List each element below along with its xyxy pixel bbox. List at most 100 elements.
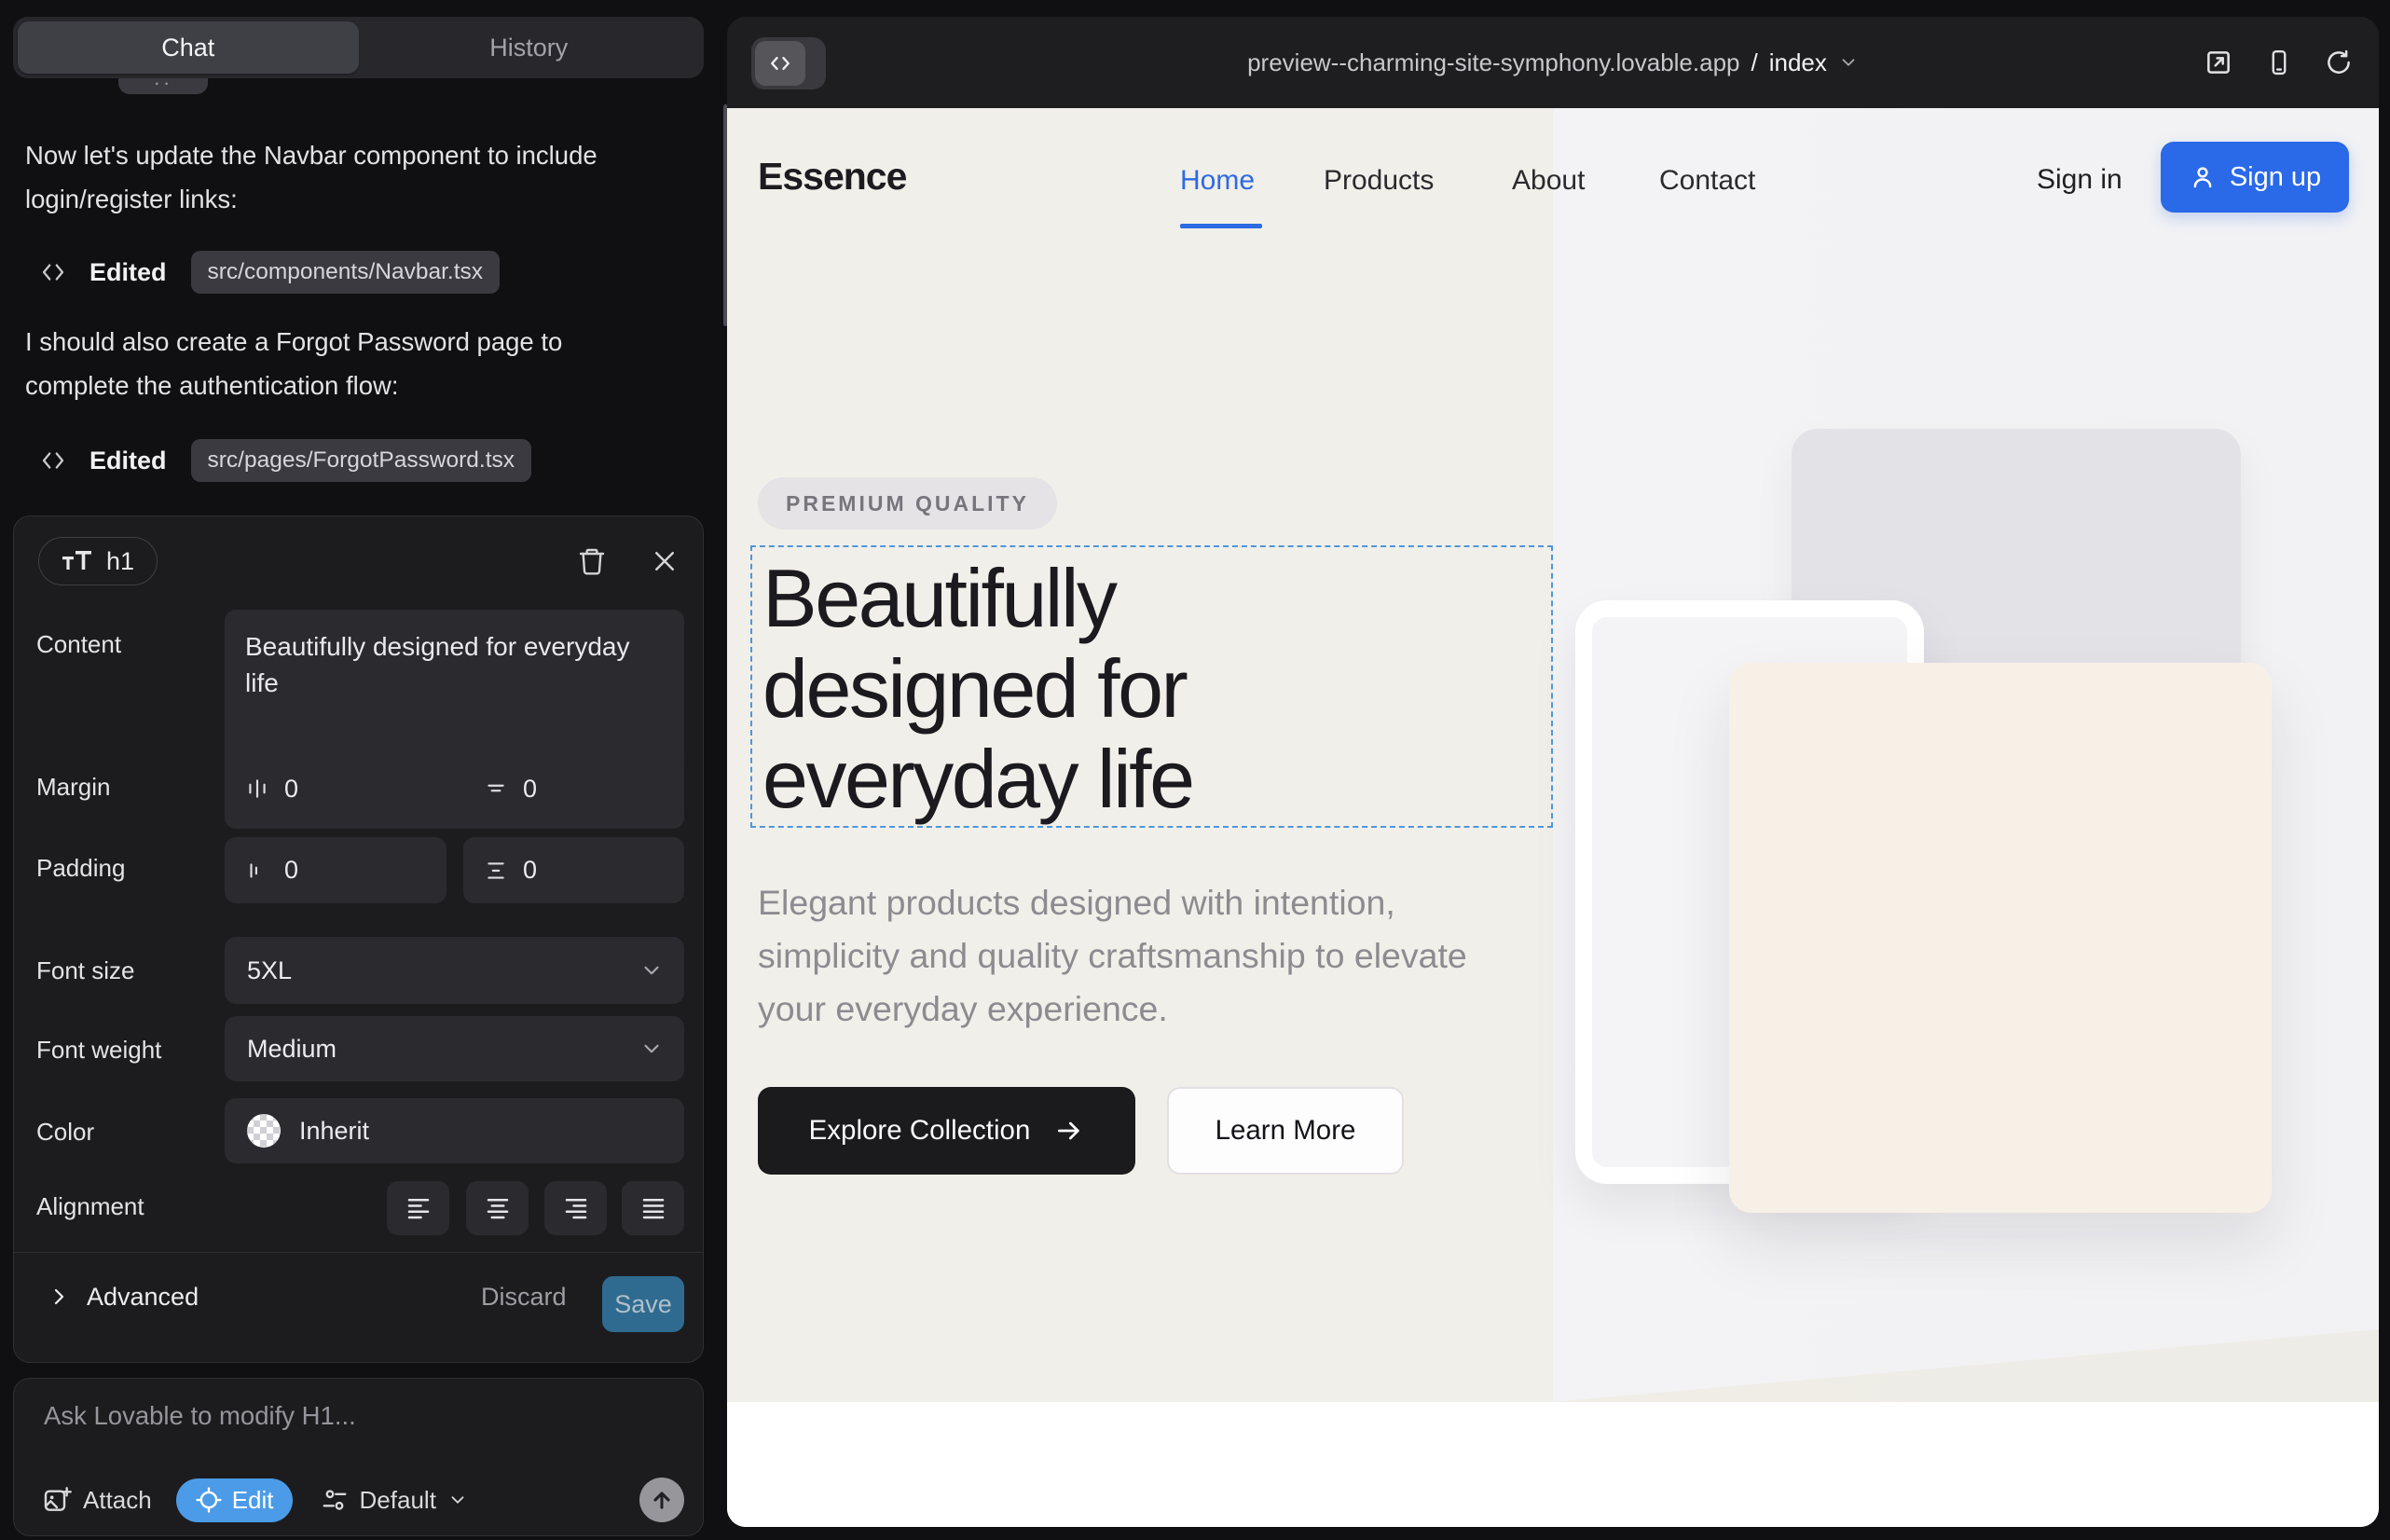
site-preview: Essence Home Products About Contact Sign…: [727, 108, 2379, 1527]
url-breadcrumb[interactable]: preview--charming-site-symphony.lovable.…: [727, 17, 2379, 108]
quality-badge: PREMIUM QUALITY: [758, 477, 1057, 529]
content-label: Content: [36, 630, 121, 659]
align-right-icon: [562, 1194, 590, 1222]
sliders-icon: [321, 1486, 349, 1514]
edit-mode-button[interactable]: Edit: [176, 1478, 293, 1522]
attach-image-icon: [42, 1485, 72, 1515]
decorative-card-beige: [1729, 663, 2272, 1213]
color-select[interactable]: Inherit: [225, 1098, 684, 1163]
edit-mode-label: Edit: [232, 1486, 274, 1515]
refresh-icon[interactable]: [2325, 48, 2353, 76]
advanced-toggle[interactable]: Advanced: [48, 1268, 199, 1326]
close-editor-button[interactable]: [644, 541, 685, 582]
font-size-label: Font size: [36, 956, 135, 985]
edited-file-chip[interactable]: src/components/Navbar.tsx: [191, 251, 500, 294]
preview-url: preview--charming-site-symphony.lovable.…: [1247, 48, 1739, 77]
lovable-app-window: Chat History ·· Now let's update the Nav…: [0, 0, 2390, 1540]
sign-in-link[interactable]: Sign in: [2037, 164, 2122, 196]
preview-toolbar: preview--charming-site-symphony.lovable.…: [727, 17, 2379, 108]
align-center-button[interactable]: [466, 1181, 529, 1235]
nav-active-underline: [1180, 224, 1262, 228]
attach-button[interactable]: Attach: [42, 1485, 152, 1515]
padding-y-value: 0: [523, 856, 537, 885]
close-icon: [651, 547, 679, 575]
align-justify-button[interactable]: [622, 1181, 684, 1235]
chat-message: Now let's update the Navbar component to…: [25, 133, 603, 221]
element-editor-panel: h1 Content Beautifully designed for ever…: [13, 516, 704, 1363]
hero-heading: Beautifully designed for everyday life: [762, 553, 1193, 824]
align-right-button[interactable]: [544, 1181, 607, 1235]
preview-window: preview--charming-site-symphony.lovable.…: [727, 17, 2379, 1527]
edited-file-row: Edited src/components/Navbar.tsx: [39, 248, 500, 296]
chevron-right-icon: [48, 1286, 70, 1308]
attach-label: Attach: [83, 1486, 152, 1515]
sign-up-button[interactable]: Sign up: [2161, 142, 2349, 213]
margin-x-input[interactable]: 0: [225, 756, 446, 821]
color-label: Color: [36, 1118, 94, 1147]
align-left-icon: [405, 1194, 433, 1222]
current-page: index: [1769, 48, 1827, 77]
prompt-composer: Attach Edit Default: [13, 1378, 704, 1536]
model-selector-label: Default: [360, 1486, 436, 1515]
margin-x-value: 0: [284, 775, 298, 804]
user-icon: [2189, 163, 2217, 191]
explore-collection-button[interactable]: Explore Collection: [758, 1087, 1135, 1175]
model-selector[interactable]: Default: [321, 1486, 468, 1515]
hero-paragraph: Elegant products designed with intention…: [758, 876, 1513, 1036]
padding-x-value: 0: [284, 856, 298, 885]
nav-home[interactable]: Home: [1180, 165, 1255, 197]
margin-y-value: 0: [523, 775, 537, 804]
align-left-button[interactable]: [387, 1181, 449, 1235]
chevron-down-icon: [639, 1037, 664, 1061]
advanced-label: Advanced: [87, 1283, 199, 1312]
padding-label: Padding: [36, 854, 125, 883]
chat-history-tabbar: Chat History: [13, 17, 704, 78]
font-size-select[interactable]: 5XL: [225, 937, 684, 1004]
edited-file-row: Edited src/pages/ForgotPassword.tsx: [39, 436, 531, 485]
code-icon: [39, 258, 67, 286]
selected-element-badge: h1: [38, 537, 158, 585]
arrow-up-icon: [649, 1487, 675, 1513]
chevron-down-icon: [447, 1490, 468, 1510]
nav-products[interactable]: Products: [1324, 165, 1434, 197]
tab-chat[interactable]: Chat: [18, 21, 359, 74]
margin-y-input[interactable]: 0: [463, 756, 684, 821]
font-weight-select[interactable]: Medium: [225, 1016, 684, 1081]
send-button[interactable]: [639, 1478, 684, 1522]
composer-toolbar: Attach Edit Default: [42, 1477, 684, 1523]
code-icon: [39, 447, 67, 474]
learn-more-button[interactable]: Learn More: [1167, 1087, 1404, 1175]
padding-x-input[interactable]: 0: [225, 837, 446, 903]
padding-y-input[interactable]: 0: [463, 837, 684, 903]
align-center-icon: [484, 1194, 512, 1222]
scrolled-message-pill[interactable]: ··: [118, 78, 208, 94]
padding-horizontal-icon: [245, 859, 269, 883]
url-separator: /: [1751, 48, 1758, 77]
edited-file-chip[interactable]: src/pages/ForgotPassword.tsx: [191, 439, 532, 482]
padding-vertical-icon: [484, 859, 508, 883]
save-button[interactable]: Save: [602, 1276, 684, 1332]
tab-history[interactable]: History: [359, 21, 700, 74]
open-external-icon[interactable]: [2204, 48, 2233, 77]
target-icon: [195, 1486, 223, 1514]
margin-vertical-icon: [484, 777, 508, 801]
margin-horizontal-icon: [245, 777, 269, 801]
site-brand[interactable]: Essence: [758, 155, 906, 199]
nav-contact[interactable]: Contact: [1659, 165, 1755, 197]
preview-actions: [2204, 17, 2353, 108]
chevron-down-icon: [639, 958, 664, 983]
selected-h1-outline[interactable]: Beautifully designed for everyday life: [750, 545, 1553, 828]
trash-icon: [577, 546, 607, 576]
chevron-down-icon: [1838, 52, 1859, 73]
prompt-input[interactable]: [42, 1399, 666, 1451]
edited-label: Edited: [89, 258, 167, 287]
delete-element-button[interactable]: [571, 541, 612, 582]
mobile-view-icon[interactable]: [2265, 48, 2293, 77]
font-weight-value: Medium: [247, 1035, 337, 1064]
discard-button[interactable]: Discard: [481, 1268, 567, 1326]
edited-label: Edited: [89, 447, 167, 475]
element-tag: h1: [106, 547, 134, 576]
alignment-label: Alignment: [36, 1192, 144, 1221]
nav-about[interactable]: About: [1512, 165, 1585, 197]
explore-collection-label: Explore Collection: [809, 1115, 1031, 1147]
